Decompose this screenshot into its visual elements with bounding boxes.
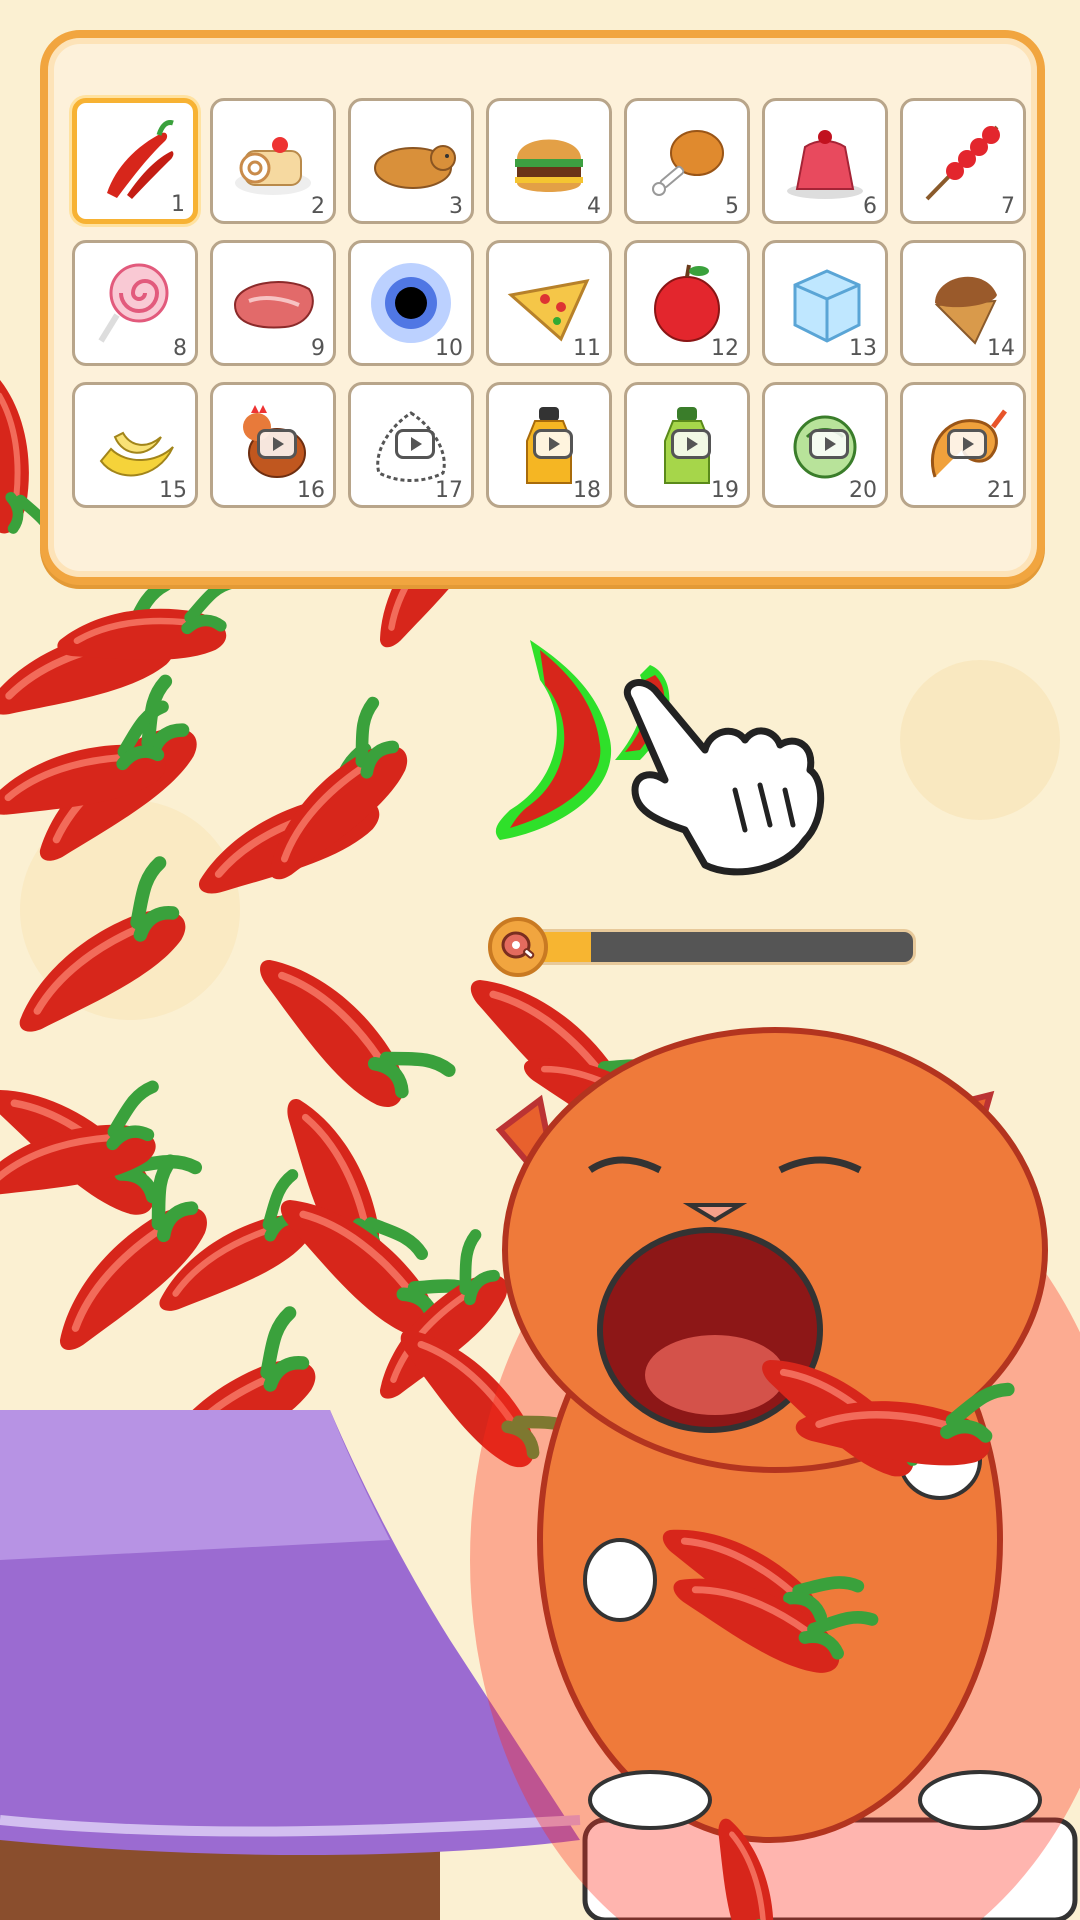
slot-number: 20 (849, 478, 877, 503)
food-grid: 1 2 3 4 5 6 7 8 9 10 11 12 13 14 15 16 17 18 19 20 21 (72, 98, 1026, 508)
food-slot-1[interactable]: 1 (72, 98, 198, 224)
food-slot-21[interactable]: 21 (900, 382, 1026, 508)
watch-video-icon (395, 429, 435, 459)
slot-number: 9 (311, 336, 325, 361)
food-slot-20[interactable]: 20 (762, 382, 888, 508)
slot-number: 12 (711, 336, 739, 361)
chicken-drumstick-icon (652, 130, 724, 196)
food-inventory-panel: 1 2 3 4 5 6 7 8 9 10 11 12 13 14 15 16 17 18 19 20 21 (40, 30, 1045, 585)
slot-number: 11 (573, 336, 601, 361)
food-slot-3[interactable]: 3 (348, 98, 474, 224)
food-slot-8[interactable]: 8 (72, 240, 198, 366)
food-slot-7[interactable]: 7 (900, 98, 1026, 224)
slot-number: 13 (849, 336, 877, 361)
food-slot-14[interactable]: 14 (900, 240, 1026, 366)
slot-number: 16 (297, 478, 325, 503)
food-slot-11[interactable]: 11 (486, 240, 612, 366)
food-slot-17[interactable]: 17 (348, 382, 474, 508)
food-slot-5[interactable]: 5 (624, 98, 750, 224)
food-slot-12[interactable]: 12 (624, 240, 750, 366)
slot-number: 21 (987, 478, 1015, 503)
slot-number: 17 (435, 478, 463, 503)
slot-number: 15 (159, 478, 187, 503)
watch-video-icon (257, 429, 297, 459)
watch-video-icon (947, 429, 987, 459)
food-slot-2[interactable]: 2 (210, 98, 336, 224)
slot-number: 6 (863, 194, 877, 219)
food-slot-18[interactable]: 18 (486, 382, 612, 508)
slot-number: 7 (1001, 194, 1015, 219)
burger-icon (515, 139, 583, 192)
meat-icon (488, 917, 548, 977)
slot-number: 10 (435, 336, 463, 361)
slot-number: 18 (573, 478, 601, 503)
cat (470, 1027, 1080, 1920)
lollipop-icon (98, 263, 169, 343)
watch-video-icon (809, 429, 849, 459)
pointing-hand-icon (624, 679, 825, 876)
swiss-roll-cake-icon (235, 137, 311, 195)
food-slot-4[interactable]: 4 (486, 98, 612, 224)
food-slot-10[interactable]: 10 (348, 240, 474, 366)
raw-steak-icon (233, 281, 314, 329)
slot-number: 5 (725, 194, 739, 219)
slot-number: 2 (311, 194, 325, 219)
fullness-progress (488, 917, 924, 977)
food-slot-6[interactable]: 6 (762, 98, 888, 224)
slot-number: 4 (587, 194, 601, 219)
food-slot-16[interactable]: 16 (210, 382, 336, 508)
fullness-track (508, 929, 916, 965)
candied-fruit-skewer-icon (925, 125, 1000, 201)
watch-video-icon (671, 429, 711, 459)
food-slot-9[interactable]: 9 (210, 240, 336, 366)
slot-number: 3 (449, 194, 463, 219)
food-slot-13[interactable]: 13 (762, 240, 888, 366)
watch-video-icon (533, 429, 573, 459)
slot-number: 19 (711, 478, 739, 503)
food-slot-19[interactable]: 19 (624, 382, 750, 508)
slot-number: 14 (987, 336, 1015, 361)
food-slot-15[interactable]: 15 (72, 382, 198, 508)
slot-number: 1 (171, 192, 185, 217)
roast-pig-icon (374, 145, 456, 189)
chili-pepper-icon (107, 120, 174, 199)
slot-number: 8 (173, 336, 187, 361)
jelly-pudding-icon (787, 130, 863, 199)
